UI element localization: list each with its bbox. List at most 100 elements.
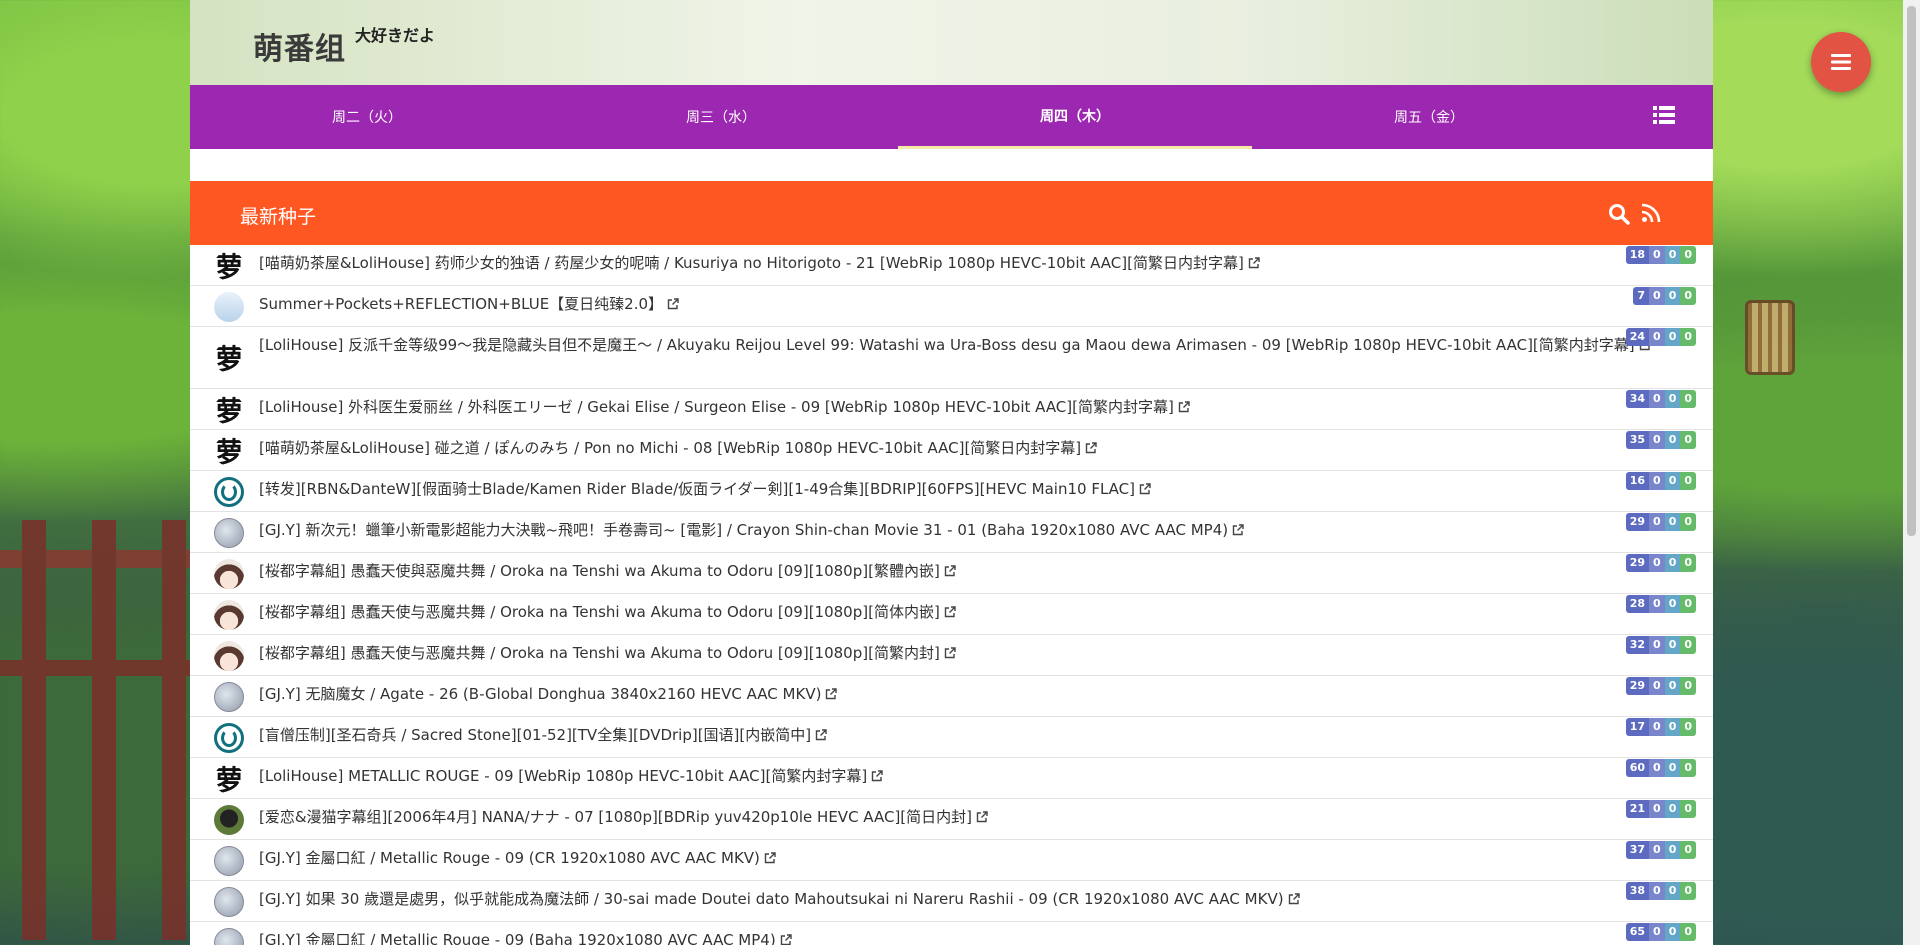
external-link-icon[interactable] xyxy=(944,647,956,659)
torrent-title-link[interactable]: [桜都字幕组] 愚蠢天使与恶魔共舞 / Oroka na Tenshi wa A… xyxy=(259,602,956,622)
torrent-title[interactable]: [盲僧压制][圣石奇兵 / Sacred Stone][01-52][TV全集]… xyxy=(259,726,811,744)
team-avatar-icon[interactable] xyxy=(214,723,244,753)
torrent-title-link[interactable]: [GJ.Y] 金屬口紅 / Metallic Rouge - 09 (Baha … xyxy=(259,930,792,945)
tab-friday[interactable]: 周五（金） xyxy=(1252,85,1606,149)
comment-count: 0 xyxy=(1680,841,1696,859)
team-avatar-icon[interactable] xyxy=(214,928,244,945)
torrent-title-link[interactable]: [GJ.Y] 如果 30 歲還是處男，似乎就能成為魔法師 / 30-sai ma… xyxy=(259,889,1300,909)
rss-icon[interactable] xyxy=(1641,203,1661,223)
torrent-title[interactable]: [桜都字幕组] 愚蠢天使与恶魔共舞 / Oroka na Tenshi wa A… xyxy=(259,644,940,662)
external-link-icon[interactable] xyxy=(944,565,956,577)
team-avatar-icon[interactable]: 萝 xyxy=(214,436,244,466)
team-avatar-icon[interactable]: 萝 xyxy=(214,251,244,281)
torrent-title[interactable]: [GJ.Y] 无脑魔女 / Agate - 26 (B-Global Dongh… xyxy=(259,685,821,703)
comment-count: 0 xyxy=(1680,636,1696,654)
team-avatar-icon[interactable] xyxy=(214,682,244,712)
page-scrollbar[interactable] xyxy=(1903,0,1920,945)
torrent-title[interactable]: [桜都字幕組] 愚蠢天使與惡魔共舞 / Oroka na Tenshi wa A… xyxy=(259,562,940,580)
torrent-title[interactable]: [GJ.Y] 金屬口紅 / Metallic Rouge - 09 (Baha … xyxy=(259,931,776,945)
team-avatar-icon[interactable] xyxy=(214,887,244,917)
external-link-icon[interactable] xyxy=(780,934,792,945)
torrent-row: [GJ.Y] 金屬口紅 / Metallic Rouge - 09 (Baha … xyxy=(190,922,1713,945)
torrent-title-link[interactable]: [爱恋&漫猫字幕组][2006年4月] NANA/ナナ - 07 [1080p]… xyxy=(259,807,988,827)
team-avatar-icon[interactable] xyxy=(214,641,244,671)
external-link-icon[interactable] xyxy=(1248,257,1260,269)
torrent-title-link[interactable]: [GJ.Y] 金屬口紅 / Metallic Rouge - 09 (CR 19… xyxy=(259,848,776,868)
torrent-row: [桜都字幕組] 愚蠢天使與惡魔共舞 / Oroka na Tenshi wa A… xyxy=(190,553,1713,594)
torrent-title[interactable]: [LoliHouse] 外科医生爱丽丝 / 外科医エリーゼ / Gekai El… xyxy=(259,398,1174,416)
torrent-row: [盲僧压制][圣石奇兵 / Sacred Stone][01-52][TV全集]… xyxy=(190,717,1713,758)
torrent-title-link[interactable]: [喵萌奶茶屋&LoliHouse] 药师少女的独语 / 药屋少女的呢喃 / Ku… xyxy=(259,253,1260,273)
torrent-title[interactable]: [喵萌奶茶屋&LoliHouse] 碰之道 / ぽんのみち / Pon no M… xyxy=(259,439,1081,457)
external-link-icon[interactable] xyxy=(1288,893,1300,905)
scrollbar-thumb[interactable] xyxy=(1907,6,1916,536)
team-avatar-icon[interactable] xyxy=(214,805,244,835)
external-link-icon[interactable] xyxy=(976,811,988,823)
seed-count: 17 xyxy=(1625,718,1650,736)
external-link-icon[interactable] xyxy=(1178,401,1190,413)
torrent-title-link[interactable]: [LoliHouse] 反派千金等级99～我是隐藏头目但不是魔王～ / Akuy… xyxy=(259,335,1651,355)
torrent-title[interactable]: [爱恋&漫猫字幕组][2006年4月] NANA/ナナ - 07 [1080p]… xyxy=(259,808,972,826)
torrent-row: [GJ.Y] 无脑魔女 / Agate - 26 (B-Global Dongh… xyxy=(190,676,1713,717)
comment-count: 0 xyxy=(1680,923,1696,941)
seed-count: 29 xyxy=(1625,513,1650,531)
torrent-title[interactable]: [GJ.Y] 金屬口紅 / Metallic Rouge - 09 (CR 19… xyxy=(259,849,760,867)
team-avatar-icon[interactable]: 萝 xyxy=(214,395,244,425)
menu-icon xyxy=(1831,54,1851,70)
external-link-icon[interactable] xyxy=(1139,483,1151,495)
torrent-title[interactable]: [GJ.Y] 新次元！蠟筆小新電影超能力大決戰~飛吧！手卷壽司~ [電影] / … xyxy=(259,521,1228,539)
torrent-title-link[interactable]: Summer+Pockets+REFLECTION+BLUE【夏日纯臻2.0】 xyxy=(259,294,679,314)
seed-count: 18 xyxy=(1625,246,1650,264)
comment-count: 0 xyxy=(1680,472,1696,490)
team-avatar-icon[interactable] xyxy=(214,518,244,548)
site-logo[interactable]: 萌番组 xyxy=(253,24,346,68)
external-link-icon[interactable] xyxy=(944,606,956,618)
leech-count: 0 xyxy=(1649,328,1665,346)
torrent-title-link[interactable]: [盲僧压制][圣石奇兵 / Sacred Stone][01-52][TV全集]… xyxy=(259,725,827,745)
leech-count: 0 xyxy=(1649,595,1665,613)
torrent-title-link[interactable]: [GJ.Y] 新次元！蠟筆小新電影超能力大決戰~飛吧！手卷壽司~ [電影] / … xyxy=(259,520,1244,540)
leech-count: 0 xyxy=(1649,636,1665,654)
team-avatar-icon[interactable] xyxy=(214,292,244,322)
seed-count: 38 xyxy=(1625,882,1650,900)
external-link-icon[interactable] xyxy=(815,729,827,741)
torrent-title[interactable]: [转发][RBN&DanteW][假面骑士Blade/Kamen Rider B… xyxy=(259,480,1135,498)
torrent-title-link[interactable]: [转发][RBN&DanteW][假面骑士Blade/Kamen Rider B… xyxy=(259,479,1151,499)
list-icon[interactable] xyxy=(1653,105,1675,125)
tab-tuesday[interactable]: 周二（火） xyxy=(190,85,544,149)
team-avatar-icon[interactable]: 萝 xyxy=(214,764,244,794)
finished-count: 0 xyxy=(1664,390,1681,408)
torrent-title[interactable]: [LoliHouse] 反派千金等级99～我是隐藏头目但不是魔王～ / Akuy… xyxy=(259,336,1635,354)
torrent-title-link[interactable]: [LoliHouse] METALLIC ROUGE - 09 [WebRip … xyxy=(259,766,883,786)
torrent-title-link[interactable]: [GJ.Y] 无脑魔女 / Agate - 26 (B-Global Dongh… xyxy=(259,684,838,704)
torrent-title-link[interactable]: [桜都字幕組] 愚蠢天使與惡魔共舞 / Oroka na Tenshi wa A… xyxy=(259,561,956,581)
seed-count: 37 xyxy=(1625,841,1650,859)
tab-wednesday[interactable]: 周三（水） xyxy=(544,85,898,149)
team-avatar-icon[interactable] xyxy=(214,600,244,630)
torrent-title-link[interactable]: [LoliHouse] 外科医生爱丽丝 / 外科医エリーゼ / Gekai El… xyxy=(259,397,1190,417)
leech-count: 0 xyxy=(1649,759,1665,777)
torrent-row: [转发][RBN&DanteW][假面骑士Blade/Kamen Rider B… xyxy=(190,471,1713,512)
search-icon[interactable] xyxy=(1608,203,1630,225)
torrent-title-link[interactable]: [桜都字幕组] 愚蠢天使与恶魔共舞 / Oroka na Tenshi wa A… xyxy=(259,643,956,663)
torrent-title[interactable]: [LoliHouse] METALLIC ROUGE - 09 [WebRip … xyxy=(259,767,867,785)
torrent-title[interactable]: Summer+Pockets+REFLECTION+BLUE【夏日纯臻2.0】 xyxy=(259,295,663,313)
torrent-title[interactable]: [GJ.Y] 如果 30 歲還是處男，似乎就能成為魔法師 / 30-sai ma… xyxy=(259,890,1284,908)
external-link-icon[interactable] xyxy=(825,688,838,700)
external-link-icon[interactable] xyxy=(667,298,679,310)
menu-fab[interactable] xyxy=(1811,32,1871,92)
leech-count: 0 xyxy=(1649,882,1665,900)
torrent-title[interactable]: [桜都字幕组] 愚蠢天使与恶魔共舞 / Oroka na Tenshi wa A… xyxy=(259,603,940,621)
torrent-title-link[interactable]: [喵萌奶茶屋&LoliHouse] 碰之道 / ぽんのみち / Pon no M… xyxy=(259,438,1097,458)
team-avatar-icon[interactable] xyxy=(214,559,244,589)
torrent-title[interactable]: [喵萌奶茶屋&LoliHouse] 药师少女的独语 / 药屋少女的呢喃 / Ku… xyxy=(259,254,1244,272)
external-link-icon[interactable] xyxy=(1232,524,1244,536)
external-link-icon[interactable] xyxy=(1085,442,1097,454)
torrent-row: [桜都字幕组] 愚蠢天使与恶魔共舞 / Oroka na Tenshi wa A… xyxy=(190,594,1713,635)
team-avatar-icon[interactable]: 萝 xyxy=(214,343,244,373)
external-link-icon[interactable] xyxy=(871,770,883,782)
team-avatar-icon[interactable] xyxy=(214,846,244,876)
external-link-icon[interactable] xyxy=(764,852,776,864)
tab-thursday[interactable]: 周四（木） xyxy=(898,85,1252,149)
team-avatar-icon[interactable] xyxy=(214,477,244,507)
